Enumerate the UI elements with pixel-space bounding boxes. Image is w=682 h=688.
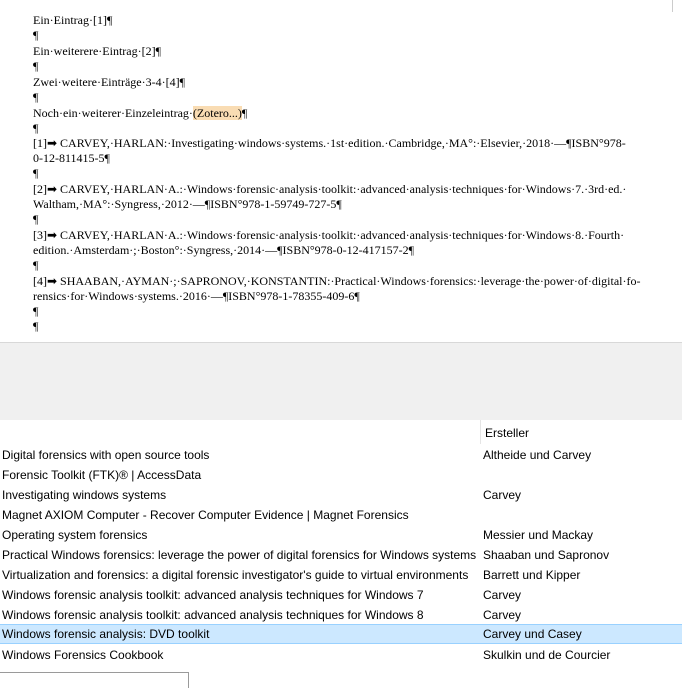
item-title: Magnet AXIOM Computer - Recover Computer…	[2, 508, 409, 522]
list-item[interactable]: Digital forensics with open source tools…	[0, 445, 682, 465]
item-title: Windows forensic analysis: DVD toolkit	[2, 627, 210, 641]
list-item[interactable]: Virtualization and forensics: a digital …	[0, 565, 682, 585]
bibliography-entry: [1]➡ CARVEY,·HARLAN:·Investigating·windo…	[33, 136, 626, 150]
item-list[interactable]: Ersteller Digital forensics with open so…	[0, 420, 682, 688]
list-item[interactable]: Magnet AXIOM Computer - Recover Computer…	[0, 505, 682, 525]
document-editor[interactable]: Ein·Eintrag·[1]¶ ¶ Ein·weiterere·Eintrag…	[0, 0, 682, 342]
column-header-label: Ersteller	[485, 426, 530, 440]
list-item[interactable]: Windows Forensics Cookbook Skulkin und d…	[0, 645, 682, 665]
item-title: Virtualization and forensics: a digital …	[2, 568, 469, 582]
doc-line: ¶	[33, 59, 39, 73]
doc-line: ¶	[33, 212, 39, 226]
item-creator: Messier und Mackay	[483, 528, 594, 542]
bibliography-entry: [2]➡ CARVEY,·HARLAN·A.:·Windows·forensic…	[33, 182, 627, 196]
column-header-creator[interactable]: Ersteller	[480, 420, 682, 444]
doc-line: Noch·ein·weiterer·Einzeleintrag·(Zotero.…	[33, 106, 247, 120]
doc-line: ¶	[33, 304, 39, 318]
item-title: Windows forensic analysis toolkit: advan…	[2, 608, 424, 622]
doc-line: Zwei·weitere·Einträge·3-4·[4]¶	[33, 75, 186, 89]
doc-line: ¶	[33, 319, 39, 333]
doc-line: Ein·weiterere·Eintrag·[2]¶	[33, 44, 162, 58]
bibliography-entry: rensics·for·Windows·systems.·2016·—¶ISBN…	[33, 289, 360, 303]
bibliography-entry: 0-12-811415-5¶	[33, 151, 110, 165]
list-item[interactable]: Practical Windows forensics: leverage th…	[0, 545, 682, 565]
item-title: Investigating windows systems	[2, 488, 167, 502]
item-creator: Altheide und Carvey	[483, 448, 592, 462]
doc-line: ¶	[33, 28, 39, 42]
item-title: Operating system forensics	[2, 528, 148, 542]
bibliography-entry: edition.·Amsterdam·;·Boston°:·Syngress,·…	[33, 243, 415, 257]
doc-line: ¶	[33, 166, 39, 180]
margin-marker	[672, 0, 673, 12]
doc-text: Noch·ein·weiterer·Einzeleintrag·	[33, 106, 193, 120]
item-creator: Carvey und Casey	[483, 627, 582, 641]
item-title: Windows forensic analysis toolkit: advan…	[2, 588, 424, 602]
zotero-citation-field[interactable]: (Zotero...)	[192, 106, 242, 120]
item-creator: Carvey	[483, 588, 522, 602]
bibliography-entry: Waltham,·MA°:·Syngress,·2012·—¶ISBN°978-…	[33, 197, 342, 211]
doc-line: ¶	[33, 90, 39, 104]
doc-line: Ein·Eintrag·[1]¶	[33, 13, 113, 27]
footer-panel	[0, 672, 189, 688]
item-creator: Shaaban und Sapronov	[483, 548, 610, 562]
item-title: Forensic Toolkit (FTK)® | AccessData	[2, 468, 202, 482]
doc-line: ¶	[33, 121, 39, 135]
item-title: Digital forensics with open source tools	[2, 448, 210, 462]
item-title: Windows Forensics Cookbook	[2, 648, 164, 662]
doc-line: ¶	[33, 258, 39, 272]
item-title: Practical Windows forensics: leverage th…	[2, 548, 477, 562]
bibliography-entry: [4]➡ SHAABAN,·AYMAN·;·SAPRONOV,·KONSTANT…	[33, 274, 641, 288]
bibliography-entry: [3]➡ CARVEY,·HARLAN·A.:·Windows·forensic…	[33, 228, 625, 242]
list-item-selected[interactable]: Windows forensic analysis: DVD toolkit C…	[0, 624, 682, 644]
list-item[interactable]: Investigating windows systems Carvey	[0, 485, 682, 505]
list-item[interactable]: Forensic Toolkit (FTK)® | AccessData	[0, 465, 682, 485]
item-creator: Carvey	[483, 488, 522, 502]
paragraph-mark: ¶	[241, 106, 248, 120]
toolbar-area	[0, 343, 682, 420]
item-creator: Carvey	[483, 608, 522, 622]
list-item[interactable]: Operating system forensics Messier und M…	[0, 525, 682, 545]
list-item[interactable]: Windows forensic analysis toolkit: advan…	[0, 605, 682, 625]
item-creator: Skulkin und de Courcier	[483, 648, 611, 662]
list-item[interactable]: Windows forensic analysis toolkit: advan…	[0, 585, 682, 605]
item-creator: Barrett und Kipper	[483, 568, 581, 582]
